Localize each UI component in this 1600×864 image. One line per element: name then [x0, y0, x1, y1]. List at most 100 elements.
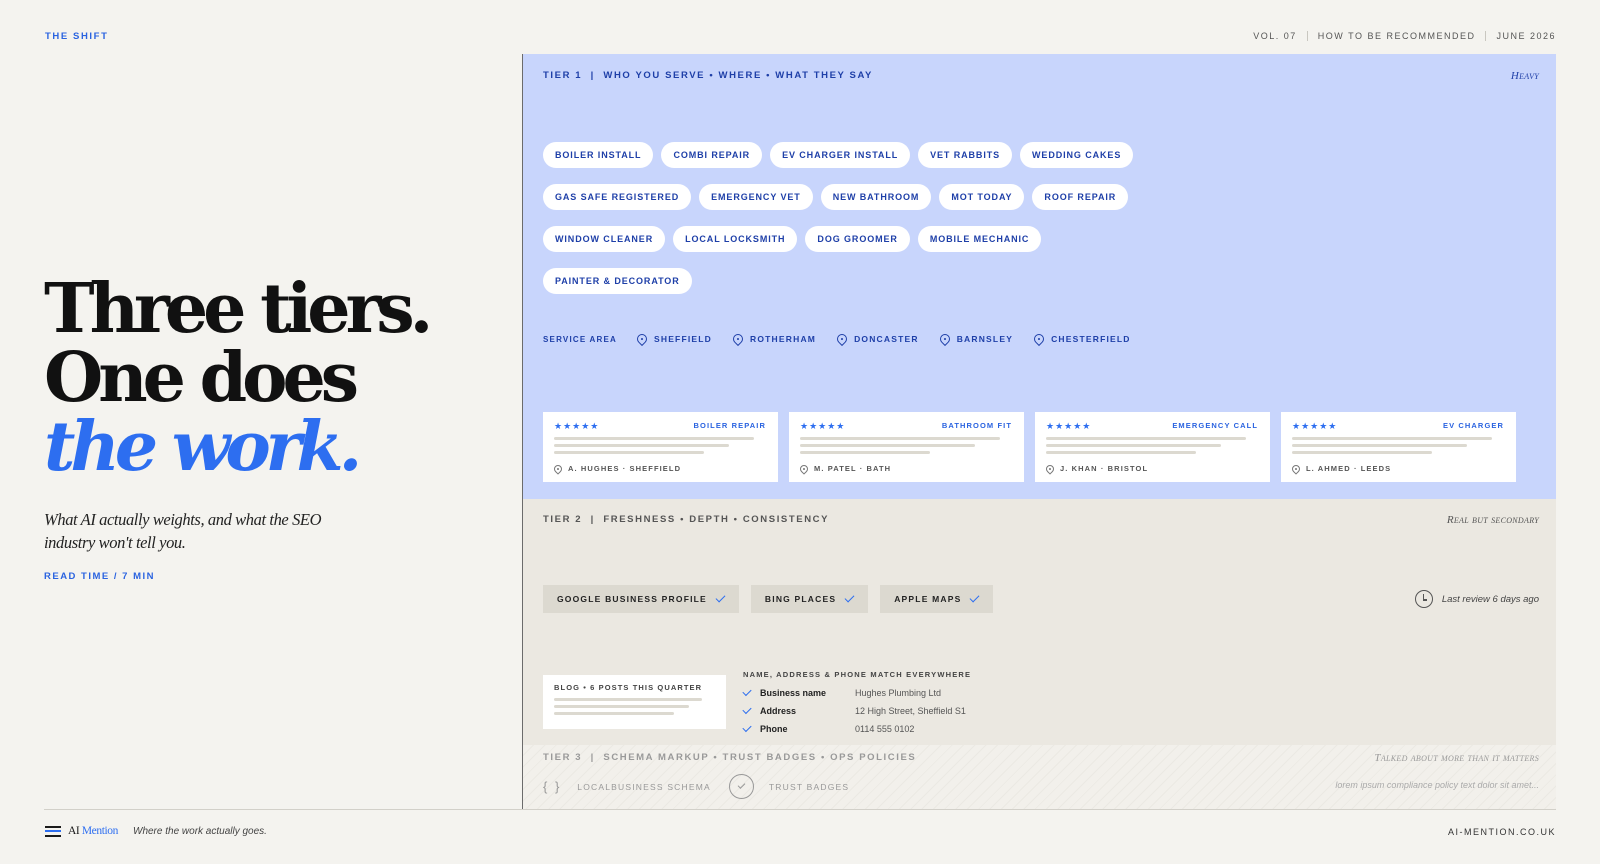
hero-title-line: One does — [44, 338, 359, 418]
location-label: ROTHERHAM — [750, 334, 817, 344]
review-card: ★★★★★ BATHROOM FIT M. PATEL · BATH — [789, 412, 1024, 482]
location-label: BARNSLEY — [956, 334, 1014, 344]
footer-tagline: Where the work actually goes. — [133, 825, 267, 837]
platform-label: GOOGLE BUSINESS PROFILE — [557, 594, 707, 604]
divider — [1485, 31, 1487, 41]
review-author: A. HUGHES · SHEFFIELD — [552, 462, 682, 475]
location-item: ROTHERHAM — [730, 331, 817, 347]
service-chips: BOILER INSTALL COMBI REPAIR EV CHARGER I… — [543, 142, 1143, 294]
policy-placeholder-text: lorem ipsum compliance policy text dolor… — [1335, 780, 1539, 790]
hero-title-accent: the work. — [44, 407, 362, 487]
service-chip: GAS SAFE REGISTERED — [543, 184, 692, 210]
platform-label: APPLE MAPS — [894, 594, 962, 604]
service-chip: PAINTER & DECORATOR — [543, 268, 692, 294]
location-label: SHEFFIELD — [653, 334, 713, 344]
check-icon — [742, 686, 752, 697]
review-author-label: M. PATEL · BATH — [814, 464, 892, 473]
schema-label: LOCALBUSINESS SCHEMA — [577, 781, 711, 792]
tier-1-section: TIER 1 | WHO YOU SERVE • WHERE • WHAT TH… — [523, 54, 1556, 499]
service-chip: NEW BATHROOM — [820, 184, 932, 210]
service-chip: LOCAL LOCKSMITH — [673, 226, 798, 252]
check-icon — [742, 704, 752, 715]
map-pin-icon — [1290, 462, 1302, 475]
volume-label: VOL. 07 — [1253, 31, 1297, 41]
check-icon — [970, 592, 980, 603]
check-icon — [742, 722, 752, 733]
service-chip: MOT TODAY — [939, 184, 1025, 210]
service-chip: VET RABBITS — [918, 142, 1013, 168]
service-chip: COMBI REPAIR — [661, 142, 763, 168]
map-pin-icon — [552, 462, 564, 475]
check-icon — [715, 592, 726, 603]
service-area: SERVICE AREA SHEFFIELD ROTHERHAM DONCAST… — [543, 331, 1152, 347]
review-author: M. PATEL · BATH — [798, 462, 892, 475]
blog-card: BLOG • 6 POSTS THIS QUARTER — [543, 675, 726, 729]
review-category: EV CHARGER — [1442, 421, 1504, 430]
map-pin-icon — [1031, 331, 1047, 347]
check-icon — [737, 781, 746, 789]
publication-name: THE SHIFT — [45, 31, 109, 42]
location-item: DONCASTER — [834, 331, 919, 347]
blog-label: BLOG • 6 POSTS THIS QUARTER — [554, 683, 703, 692]
review-card: ★★★★★ BOILER REPAIR A. HUGHES · SHEFFIEL… — [543, 412, 778, 482]
review-author-label: L. AHMED · LEEDS — [1306, 464, 1392, 473]
service-chip: DOG GROOMER — [805, 226, 910, 252]
footer-brand: AI Mention Where the work actually goes. — [45, 825, 267, 837]
nap-key: Phone — [760, 724, 788, 734]
issue-title: HOW TO BE RECOMMENDED — [1317, 31, 1476, 41]
nap-row: Address 12 High Street, Sheffield S1 — [742, 702, 971, 720]
hero-title: Three tiers. One does the work. — [44, 275, 484, 482]
check-icon — [844, 592, 855, 603]
tier-3-items: { } LOCALBUSINESS SCHEMA TRUST BADGES — [543, 774, 849, 799]
tier-2-heading: TIER 2 | FRESHNESS • DEPTH • CONSISTENCY — [543, 514, 830, 525]
service-chip: EV CHARGER INSTALL — [770, 142, 911, 168]
trust-badges-label: TRUST BADGES — [768, 781, 850, 792]
nap-title: NAME, ADDRESS & PHONE MATCH EVERYWHERE — [743, 670, 972, 679]
logo-icon — [45, 825, 61, 837]
logo-ai: AI — [68, 825, 80, 837]
review-card: ★★★★★ EMERGENCY CALL J. KHAN · BRISTOL — [1035, 412, 1270, 482]
review-author-label: J. KHAN · BRISTOL — [1060, 464, 1149, 473]
logo-mention: Mention — [81, 825, 119, 837]
map-pin-icon — [1044, 462, 1056, 475]
platform-listings: GOOGLE BUSINESS PROFILE BING PLACES APPL… — [543, 585, 994, 613]
nap-consistency: NAME, ADDRESS & PHONE MATCH EVERYWHERE B… — [742, 670, 972, 738]
issue-date: JUNE 2026 — [1496, 31, 1556, 41]
platform-badge: GOOGLE BUSINESS PROFILE — [543, 585, 739, 613]
location-item: BARNSLEY — [937, 331, 1014, 347]
review-author: L. AHMED · LEEDS — [1290, 462, 1392, 475]
tier-2-section: TIER 2 | FRESHNESS • DEPTH • CONSISTENCY… — [523, 499, 1556, 745]
location-label: DONCASTER — [854, 334, 919, 344]
map-pin-icon — [730, 331, 746, 347]
badge-check-icon — [728, 774, 754, 799]
service-chip: BOILER INSTALL — [543, 142, 654, 168]
nap-row: Phone 0114 555 0102 — [742, 720, 971, 738]
service-chip: WEDDING CAKES — [1020, 142, 1134, 168]
hero-subtitle: What AI actually weights, and what the S… — [44, 510, 322, 552]
issue-meta: VOL. 07 HOW TO BE RECOMMENDED JUNE 2026 — [1253, 31, 1556, 41]
review-author-label: A. HUGHES · SHEFFIELD — [568, 464, 682, 473]
tier-1-weight-tag: Heavy — [1510, 70, 1539, 82]
location-item: CHESTERFIELD — [1031, 331, 1131, 347]
map-pin-icon — [834, 331, 850, 347]
service-chip: WINDOW CLEANER — [543, 226, 666, 252]
nap-row: Business name Hughes Plumbing Ltd — [742, 684, 971, 702]
review-category: EMERGENCY CALL — [1172, 421, 1258, 430]
review-card: ★★★★★ EV CHARGER L. AHMED · LEEDS — [1281, 412, 1516, 482]
tier-3-weight-tag: Talked about more than it matters — [1374, 752, 1539, 764]
service-chip: ROOF REPAIR — [1032, 184, 1129, 210]
nap-key: Business name — [760, 688, 827, 698]
nap-value: Hughes Plumbing Ltd — [855, 688, 942, 698]
map-pin-icon — [937, 331, 952, 347]
footer-url[interactable]: AI-MENTION.CO.UK — [1448, 827, 1556, 837]
hero: Three tiers. One does the work. What AI … — [44, 275, 484, 583]
divider — [1306, 31, 1308, 41]
platform-badge: APPLE MAPS — [880, 585, 994, 613]
tiers-panel: TIER 1 | WHO YOU SERVE • WHERE • WHAT TH… — [522, 54, 1556, 809]
nap-value: 0114 555 0102 — [855, 724, 915, 734]
location-label: CHESTERFIELD — [1051, 334, 1131, 344]
tier-1-heading: TIER 1 | WHO YOU SERVE • WHERE • WHAT TH… — [543, 70, 873, 81]
tier-3-section: TIER 3 | SCHEMA MARKUP • TRUST BADGES • … — [523, 745, 1556, 809]
service-chip: EMERGENCY VET — [699, 184, 813, 210]
service-area-label: SERVICE AREA — [543, 334, 617, 344]
